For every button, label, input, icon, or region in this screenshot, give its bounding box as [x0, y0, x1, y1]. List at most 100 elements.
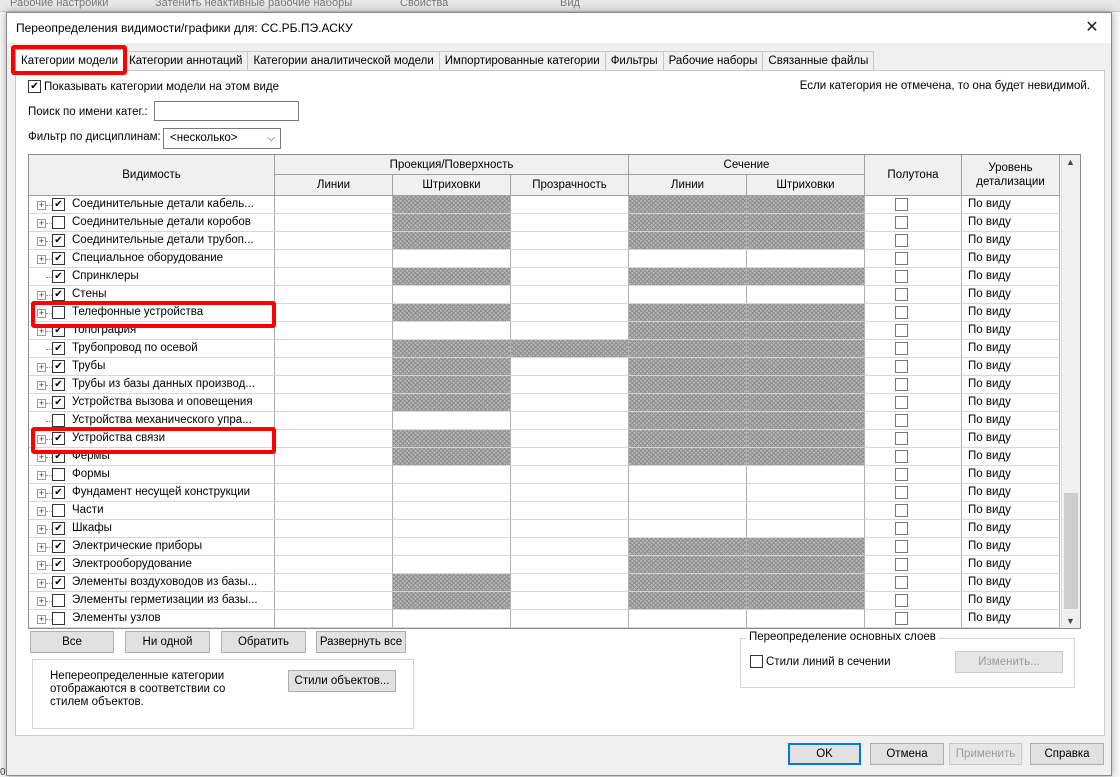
- detail-level-cell[interactable]: По виду: [962, 268, 1060, 286]
- expand-icon[interactable]: +: [37, 201, 46, 210]
- detail-level-cell[interactable]: По виду: [962, 304, 1060, 322]
- detail-level-cell[interactable]: По виду: [962, 574, 1060, 592]
- patterns-override-cell[interactable]: [393, 340, 511, 358]
- section-lines-override-cell[interactable]: [629, 268, 747, 286]
- category-visibility-checkbox[interactable]: ✔: [52, 540, 65, 553]
- category-visibility-checkbox[interactable]: [52, 216, 65, 229]
- select-all-button[interactable]: Все: [30, 631, 114, 653]
- halftone-checkbox[interactable]: [895, 486, 908, 499]
- expand-icon[interactable]: +: [37, 525, 46, 534]
- patterns-override-cell[interactable]: [393, 304, 511, 322]
- transparency-override-cell[interactable]: [511, 268, 629, 286]
- transparency-override-cell[interactable]: [511, 286, 629, 304]
- section-lines-override-cell[interactable]: [629, 394, 747, 412]
- halftone-checkbox[interactable]: [895, 576, 908, 589]
- detail-level-cell[interactable]: По виду: [962, 232, 1060, 250]
- grid-scrollbar[interactable]: ▲ ▼: [1061, 155, 1080, 628]
- transparency-override-cell[interactable]: [511, 358, 629, 376]
- halftone-checkbox[interactable]: [895, 432, 908, 445]
- close-icon[interactable]: ✕: [1081, 17, 1103, 39]
- patterns-override-cell[interactable]: [393, 412, 511, 430]
- section-patterns-override-cell[interactable]: [747, 286, 865, 304]
- lines-override-cell[interactable]: [275, 610, 393, 628]
- expand-icon[interactable]: +: [37, 471, 46, 480]
- category-visibility-checkbox[interactable]: ✔: [52, 360, 65, 373]
- section-lines-override-cell[interactable]: [629, 376, 747, 394]
- expand-icon[interactable]: +: [37, 309, 46, 318]
- section-lines-override-cell[interactable]: [629, 232, 747, 250]
- section-lines-override-cell[interactable]: [629, 322, 747, 340]
- show-categories-checkbox[interactable]: ✔: [28, 80, 41, 93]
- section-lines-override-cell[interactable]: [629, 574, 747, 592]
- expand-icon[interactable]: +: [37, 291, 46, 300]
- expand-icon[interactable]: +: [37, 615, 46, 624]
- expand-icon[interactable]: +: [37, 579, 46, 588]
- lines-override-cell[interactable]: [275, 376, 393, 394]
- section-lines-override-cell[interactable]: [629, 196, 747, 214]
- section-patterns-override-cell[interactable]: [747, 556, 865, 574]
- expand-icon[interactable]: +: [37, 237, 46, 246]
- patterns-override-cell[interactable]: [393, 610, 511, 628]
- halftone-checkbox[interactable]: [895, 198, 908, 211]
- section-patterns-override-cell[interactable]: [747, 214, 865, 232]
- section-patterns-override-cell[interactable]: [747, 412, 865, 430]
- section-patterns-override-cell[interactable]: [747, 358, 865, 376]
- search-input[interactable]: [154, 101, 299, 121]
- category-visibility-checkbox[interactable]: ✔: [52, 270, 65, 283]
- object-styles-button[interactable]: Стили объектов...: [288, 670, 396, 692]
- section-patterns-override-cell[interactable]: [747, 574, 865, 592]
- patterns-override-cell[interactable]: [393, 502, 511, 520]
- detail-level-cell[interactable]: По виду: [962, 412, 1060, 430]
- tab-model-categories[interactable]: Категории модели: [15, 49, 125, 71]
- lines-override-cell[interactable]: [275, 358, 393, 376]
- transparency-override-cell[interactable]: [511, 250, 629, 268]
- transparency-override-cell[interactable]: [511, 304, 629, 322]
- section-lines-override-cell[interactable]: [629, 214, 747, 232]
- discipline-filter-select[interactable]: <несколько> ⌵: [163, 128, 281, 149]
- detail-level-cell[interactable]: По виду: [962, 610, 1060, 628]
- lines-override-cell[interactable]: [275, 592, 393, 610]
- lines-override-cell[interactable]: [275, 538, 393, 556]
- transparency-override-cell[interactable]: [511, 520, 629, 538]
- detail-level-cell[interactable]: По виду: [962, 358, 1060, 376]
- transparency-override-cell[interactable]: [511, 610, 629, 628]
- expand-icon[interactable]: +: [37, 489, 46, 498]
- section-lines-override-cell[interactable]: [629, 466, 747, 484]
- help-button[interactable]: Справка: [1030, 743, 1104, 765]
- select-none-button[interactable]: Ни одной: [125, 631, 210, 653]
- section-lines-override-cell[interactable]: [629, 412, 747, 430]
- halftone-checkbox[interactable]: [895, 216, 908, 229]
- cut-line-styles-option[interactable]: Стили линий в сечении: [750, 655, 891, 668]
- invert-button[interactable]: Обратить: [221, 631, 306, 653]
- transparency-override-cell[interactable]: [511, 394, 629, 412]
- section-lines-override-cell[interactable]: [629, 448, 747, 466]
- change-button[interactable]: Изменить...: [955, 651, 1063, 673]
- section-patterns-override-cell[interactable]: [747, 502, 865, 520]
- expand-icon[interactable]: +: [37, 453, 46, 462]
- section-patterns-override-cell[interactable]: [747, 484, 865, 502]
- transparency-override-cell[interactable]: [511, 214, 629, 232]
- category-visibility-checkbox[interactable]: ✔: [52, 234, 65, 247]
- expand-icon[interactable]: +: [37, 363, 46, 372]
- lines-override-cell[interactable]: [275, 430, 393, 448]
- halftone-checkbox[interactable]: [895, 324, 908, 337]
- halftone-checkbox[interactable]: [895, 396, 908, 409]
- category-visibility-checkbox[interactable]: [52, 504, 65, 517]
- section-patterns-override-cell[interactable]: [747, 340, 865, 358]
- category-visibility-checkbox[interactable]: ✔: [52, 198, 65, 211]
- transparency-override-cell[interactable]: [511, 502, 629, 520]
- lines-override-cell[interactable]: [275, 574, 393, 592]
- show-categories-option[interactable]: ✔ Показывать категории модели на этом ви…: [28, 80, 279, 93]
- section-lines-override-cell[interactable]: [629, 556, 747, 574]
- patterns-override-cell[interactable]: [393, 592, 511, 610]
- patterns-override-cell[interactable]: [393, 520, 511, 538]
- category-visibility-checkbox[interactable]: [52, 468, 65, 481]
- transparency-override-cell[interactable]: [511, 538, 629, 556]
- patterns-override-cell[interactable]: [393, 556, 511, 574]
- section-patterns-override-cell[interactable]: [747, 430, 865, 448]
- transparency-override-cell[interactable]: [511, 430, 629, 448]
- detail-level-cell[interactable]: По виду: [962, 556, 1060, 574]
- patterns-override-cell[interactable]: [393, 538, 511, 556]
- transparency-override-cell[interactable]: [511, 574, 629, 592]
- section-patterns-override-cell[interactable]: [747, 196, 865, 214]
